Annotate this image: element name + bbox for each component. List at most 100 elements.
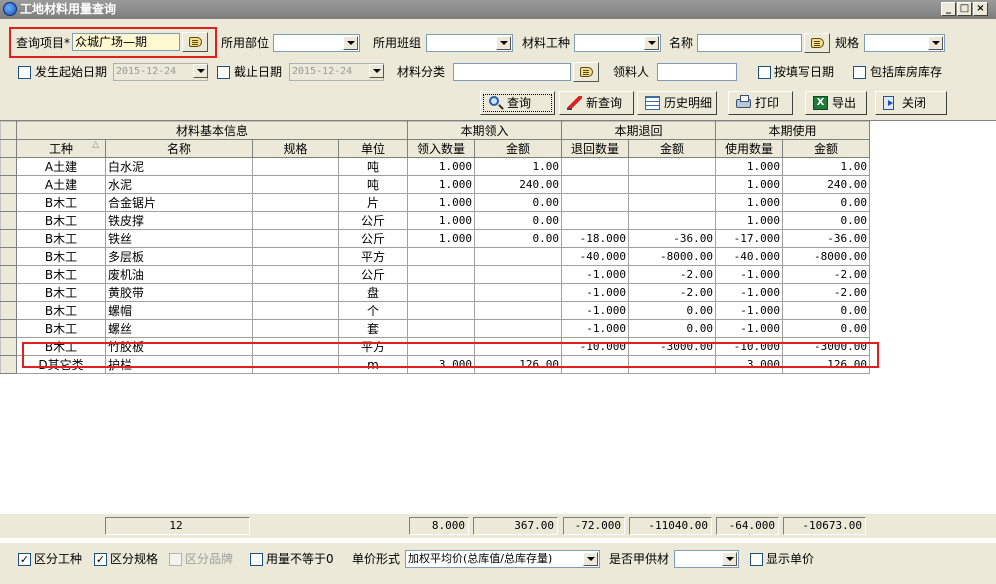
table-cell: 1.000 <box>715 175 783 194</box>
table-row[interactable]: B木工 铁皮撑 公斤 1.000 0.00 1.000 0.00 <box>0 211 870 230</box>
column-header[interactable]: 退回数量 <box>561 139 629 158</box>
chevron-down-icon[interactable] <box>343 36 358 50</box>
material-type-combo[interactable] <box>574 34 661 52</box>
row-indicator[interactable] <box>0 337 17 356</box>
table-row[interactable]: B木工 竹胶板 平方 -10.000 -3000.00 -10.000 -3000.00 <box>0 337 870 356</box>
row-indicator[interactable] <box>0 301 17 320</box>
group-header: 本期使用 <box>715 121 870 140</box>
excel-icon: X <box>813 96 828 110</box>
qty-neq-zero-label: 用量不等于0 <box>266 552 334 566</box>
close-button[interactable]: 关闭 <box>875 91 947 115</box>
chevron-down-icon[interactable] <box>496 36 511 50</box>
column-header[interactable]: 单位 <box>338 139 408 158</box>
row-indicator[interactable] <box>0 247 17 266</box>
print-button[interactable]: 打印 <box>728 91 793 115</box>
qty-neq-zero-checkbox[interactable] <box>250 553 263 566</box>
row-indicator[interactable] <box>0 265 17 284</box>
table-cell <box>561 355 629 374</box>
row-indicator[interactable] <box>0 355 17 374</box>
column-header[interactable]: 名称 <box>105 139 253 158</box>
table-cell: 3.000 <box>407 355 475 374</box>
column-header[interactable]: 金额 <box>628 139 716 158</box>
column-header[interactable]: 金额 <box>474 139 562 158</box>
table-cell: 0.00 <box>628 319 716 338</box>
table-row[interactable]: B木工 合金锯片片 1.000 0.00 1.000 0.00 <box>0 193 870 212</box>
column-header[interactable]: 使用数量 <box>715 139 783 158</box>
end-date-dropdown[interactable] <box>367 63 385 81</box>
by-type-checkbox[interactable]: ✓ <box>18 553 31 566</box>
table-cell: 0.00 <box>782 319 870 338</box>
dept-combo[interactable] <box>273 34 360 52</box>
row-indicator[interactable] <box>0 211 17 230</box>
query-button[interactable]: 查询 <box>480 91 555 115</box>
new-query-button[interactable]: 新查询 <box>559 91 634 115</box>
material-type-label: 材料工种 <box>522 36 571 50</box>
by-entry-date-checkbox[interactable] <box>758 66 771 79</box>
minimize-button[interactable]: _ <box>941 2 956 16</box>
export-button[interactable]: X 导出 <box>805 91 867 115</box>
price-mode-label: 单价形式 <box>352 552 401 566</box>
table-row[interactable]: A土建 白水泥吨 1.000 1.00 1.000 1.00 <box>0 157 870 176</box>
chevron-down-icon[interactable] <box>722 552 737 566</box>
by-spec-checkbox[interactable]: ✓ <box>94 553 107 566</box>
column-header[interactable]: 领入数量 <box>407 139 475 158</box>
owner-supplied-select[interactable] <box>674 550 739 568</box>
table-cell: -3000.00 <box>782 337 870 356</box>
table-cell: 螺丝 <box>105 319 253 338</box>
table-cell: 0.00 <box>628 301 716 320</box>
start-date-dropdown[interactable] <box>191 63 209 81</box>
start-date-checkbox[interactable] <box>18 66 31 79</box>
table-row[interactable]: B木工 多层板 平方 -40.000 -8000.00 -40.000 -8000.00 <box>0 247 870 266</box>
search-icon <box>489 96 499 106</box>
table-row[interactable]: B木工 螺丝套 -1.000 0.00 -1.000 0.00 <box>0 319 870 338</box>
include-warehouse-checkbox[interactable] <box>853 66 866 79</box>
spec-label: 规格 <box>835 36 860 50</box>
table-row[interactable]: B木工 铁丝 公斤 1.000 0.00 -18.000 -36.00 -17.000 -36.… <box>0 229 870 248</box>
name-lookup-button[interactable] <box>804 33 830 53</box>
table-row[interactable]: D其它类 护栏 m 3.000 126.00 3.000 126.00 <box>0 355 870 374</box>
chevron-down-icon[interactable] <box>583 552 598 566</box>
category-lookup-button[interactable] <box>573 62 599 82</box>
project-lookup-button[interactable] <box>182 32 208 52</box>
row-indicator[interactable] <box>0 175 17 194</box>
row-indicator[interactable] <box>0 283 17 302</box>
chevron-down-icon[interactable] <box>644 36 659 50</box>
total-in-amount: 367.00 <box>473 517 558 535</box>
show-price-checkbox[interactable] <box>750 553 763 566</box>
include-warehouse-label: 包括库房库存 <box>870 65 943 79</box>
material-grid[interactable]: 材料基本信息 本期领入 本期退回 本期使用 工种 △ 名称 规格 单位 领入数量 … <box>0 120 996 542</box>
price-mode-select[interactable]: 加权平均价(总库值/总库存量) <box>405 550 600 568</box>
table-row[interactable]: B木工 螺帽个 -1.000 0.00 -1.000 0.00 <box>0 301 870 320</box>
project-input[interactable]: 众城广场—期 <box>72 33 180 51</box>
table-cell <box>474 265 562 284</box>
chevron-down-icon[interactable] <box>928 36 943 50</box>
table-cell <box>407 319 475 338</box>
row-indicator[interactable] <box>0 157 17 176</box>
team-combo[interactable] <box>426 34 513 52</box>
table-row[interactable]: B木工 废机油 公斤 -1.000 -2.00 -1.000 -2.00 <box>0 265 870 284</box>
by-brand-checkbox[interactable] <box>169 553 182 566</box>
row-indicator[interactable] <box>0 193 17 212</box>
project-label: 查询项目* <box>16 36 71 50</box>
end-date-checkbox[interactable] <box>217 66 230 79</box>
column-header[interactable]: 工种 △ <box>16 139 106 158</box>
hand-pointer-icon <box>580 67 593 77</box>
chevron-down-icon[interactable] <box>193 64 208 78</box>
name-input[interactable] <box>697 34 802 52</box>
close-window-button[interactable]: × <box>973 2 988 16</box>
table-row[interactable]: B木工 黄胶带盘 -1.000 -2.00 -1.000 -2.00 <box>0 283 870 302</box>
spec-combo[interactable] <box>864 34 945 52</box>
table-cell <box>252 211 339 230</box>
table-row[interactable]: A土建 水泥吨 1.000 240.00 1.000 240.00 <box>0 175 870 194</box>
category-input[interactable] <box>453 63 571 81</box>
receiver-input[interactable] <box>657 63 737 81</box>
window-title: 工地材料用量查询 <box>20 2 117 16</box>
maximize-button[interactable]: □ <box>957 2 972 16</box>
chevron-down-icon[interactable] <box>369 64 384 78</box>
table-cell: 平方 <box>338 337 408 356</box>
history-button[interactable]: 历史明细 <box>637 91 717 115</box>
column-header[interactable]: 规格 <box>252 139 339 158</box>
column-header[interactable]: 金额 <box>782 139 870 158</box>
row-indicator[interactable] <box>0 229 17 248</box>
row-indicator[interactable] <box>0 319 17 338</box>
